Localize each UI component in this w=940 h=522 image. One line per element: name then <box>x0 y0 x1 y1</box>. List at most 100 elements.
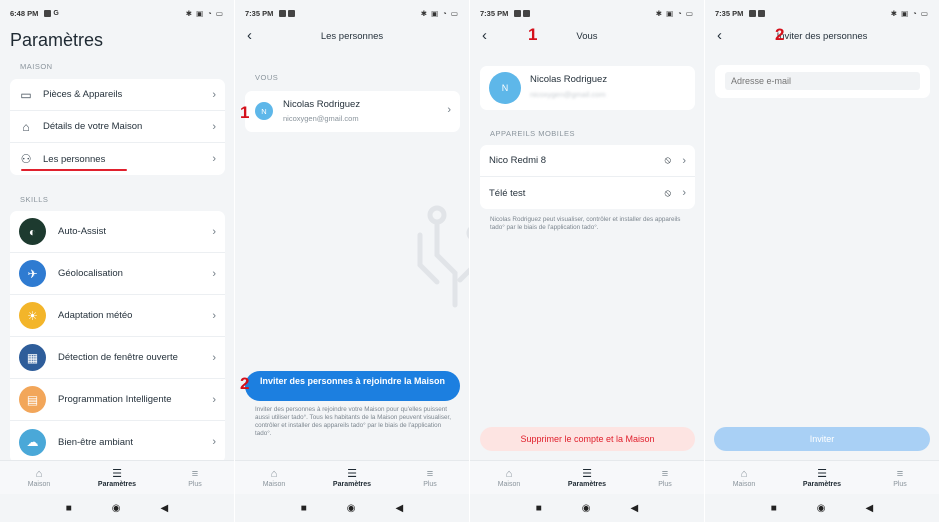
nav-parametres[interactable]: ☰ Paramètres <box>313 461 391 494</box>
nav-maison[interactable]: ⌂ Maison <box>0 461 78 494</box>
screen-invite: 7:35 PM ✱ ▣ ◔ ▭ ‹ Inviter des personnes … <box>705 0 939 522</box>
chevron-right-icon: › <box>212 267 216 280</box>
row-pieces-appareils[interactable]: ▭ Pièces & Appareils › <box>10 79 225 111</box>
nav-maison[interactable]: ⌂ Maison <box>470 461 548 494</box>
chevron-right-icon: › <box>212 225 216 238</box>
nav-label: Plus <box>423 480 437 488</box>
nav-parametres[interactable]: ☰ Paramètres <box>783 461 861 494</box>
nav-parametres[interactable]: ☰ Paramètres <box>78 461 156 494</box>
skill-bien-etre[interactable]: ☁ Bien-être ambiant › <box>10 421 225 463</box>
recents-icon[interactable]: ■ <box>536 503 542 514</box>
menu-icon: ≡ <box>896 467 904 480</box>
system-icons: ✱ ▣ ◔ ▭ <box>655 8 694 18</box>
screen-title: Vous <box>576 31 598 42</box>
bottom-nav: ⌂ Maison ☰ Paramètres ≡ Plus <box>0 460 234 494</box>
nav-label: Maison <box>262 480 286 488</box>
page-title: Paramètres <box>10 30 104 50</box>
status-time: 7:35 PM <box>480 8 509 18</box>
profile-card: N Nicolas Rodriguez nicoxygen@gmail.com <box>480 66 695 110</box>
recents-icon[interactable]: ■ <box>301 503 307 514</box>
google-icon: G <box>53 9 59 17</box>
home-icon: ⌂ <box>22 119 30 134</box>
chevron-right-icon: › <box>682 154 686 167</box>
device-row[interactable]: Nico Redmi 8 ⦸ › <box>480 145 695 177</box>
annotation-underline <box>21 169 127 171</box>
screen-people: 7:35 PM ✱ ▣ ◔ ▭ ‹ Les personnes VOUS N N… <box>235 0 469 522</box>
home-button-icon[interactable]: ◉ <box>112 503 121 514</box>
home-button-icon[interactable]: ◉ <box>582 503 591 514</box>
recents-icon[interactable]: ■ <box>771 503 777 514</box>
location-off-icon: ⦸ <box>664 155 671 166</box>
header: ‹ Vous <box>470 26 704 48</box>
back-icon[interactable]: ◀ <box>631 503 639 514</box>
screen-you: 7:35 PM ✱ ▣ ◔ ▭ ‹ Vous 1 N Nicolas Rodri… <box>470 0 704 522</box>
skill-programmation[interactable]: ▤ Programmation Intelligente › <box>10 379 225 421</box>
chevron-right-icon: › <box>212 309 216 322</box>
nav-label: Paramètres <box>332 480 372 488</box>
header: ‹ Les personnes <box>235 26 469 48</box>
nav-plus[interactable]: ≡ Plus <box>391 461 469 494</box>
nav-maison[interactable]: ⌂ Maison <box>705 461 783 494</box>
bottom-nav: ⌂ Maison ☰ Paramètres ≡ Plus <box>235 460 469 494</box>
back-icon[interactable]: ◀ <box>866 503 874 514</box>
auto-assist-icon: ◐ <box>19 218 46 245</box>
skill-adaptation-meteo[interactable]: ☀ Adaptation météo › <box>10 295 225 337</box>
avatar: N <box>255 102 273 120</box>
home-icon: ⌂ <box>740 467 748 480</box>
menu-icon: ≡ <box>426 467 434 480</box>
row-details-maison[interactable]: ⌂ Détails de votre Maison › <box>10 111 225 143</box>
home-button-icon[interactable]: ◉ <box>347 503 356 514</box>
delete-account-button[interactable]: Supprimer le compte et la Maison <box>480 427 695 451</box>
skill-geolocalisation[interactable]: ✈ Géolocalisation › <box>10 253 225 295</box>
status-time: 7:35 PM <box>715 8 744 18</box>
person-email: nicoxygen@gmail.com <box>283 114 359 123</box>
home-button-icon[interactable]: ◉ <box>817 503 826 514</box>
tado-circuit-illustration <box>417 205 469 308</box>
menu-icon: ≡ <box>661 467 669 480</box>
notification-icon <box>44 9 52 17</box>
status-bar: 6:48 PM G ✱ ▣ ◔ ▭ <box>0 0 234 26</box>
chevron-right-icon: › <box>447 104 451 116</box>
nav-label: Paramètres <box>802 480 842 488</box>
nav-maison[interactable]: ⌂ Maison <box>235 461 313 494</box>
screen-title: Les personnes <box>320 31 384 42</box>
chevron-right-icon: › <box>212 436 216 448</box>
chevron-right-icon: › <box>212 393 216 406</box>
devices-icon: ▭ <box>20 87 32 102</box>
skill-label: Géolocalisation <box>58 268 123 279</box>
status-bar: 7:35 PM ✱ ▣ ◔ ▭ <box>470 0 704 26</box>
nav-label: Plus <box>893 480 907 488</box>
skills-card: ◐ Auto-Assist › ✈ Géolocalisation › ☀ Ad… <box>10 211 225 463</box>
skill-label: Bien-être ambiant <box>58 436 133 448</box>
skill-label: Auto-Assist <box>58 226 107 237</box>
invite-people-button[interactable]: Inviter des personnes à rejoindre la Mai… <box>245 371 460 401</box>
location-off-icon: ⦸ <box>664 187 671 199</box>
profile-name: Nicolas Rodriguez <box>530 74 608 85</box>
skill-detection-fenetre[interactable]: ▦ Détection de fenêtre ouverte › <box>10 337 225 379</box>
people-icon: ⚇ <box>20 152 32 166</box>
recents-icon[interactable]: ■ <box>66 503 72 514</box>
nav-plus[interactable]: ≡ Plus <box>626 461 704 494</box>
back-icon[interactable]: ◀ <box>161 503 169 514</box>
maison-card: ▭ Pièces & Appareils › ⌂ Détails de votr… <box>10 79 225 175</box>
email-field[interactable] <box>725 72 920 90</box>
nav-plus[interactable]: ≡ Plus <box>861 461 939 494</box>
chevron-right-icon: › <box>212 351 216 364</box>
nav-plus[interactable]: ≡ Plus <box>156 461 234 494</box>
bottom-nav: ⌂ Maison ☰ Paramètres ≡ Plus <box>705 460 939 494</box>
back-icon[interactable]: ◀ <box>396 503 404 514</box>
nav-parametres[interactable]: ☰ Paramètres <box>548 461 626 494</box>
weather-icon: ☀ <box>19 302 46 329</box>
home-icon: ⌂ <box>35 467 43 480</box>
skill-auto-assist[interactable]: ◐ Auto-Assist › <box>10 211 225 253</box>
device-row[interactable]: Télé test ⦸ › <box>480 177 695 209</box>
device-label: Télé test <box>489 187 526 199</box>
invite-button[interactable]: Inviter <box>714 427 930 451</box>
window-icon: ▦ <box>19 344 46 371</box>
notification-icon <box>523 9 531 17</box>
sliders-icon: ☰ <box>347 467 357 480</box>
person-card[interactable]: N Nicolas Rodriguez nicoxygen@gmail.com … <box>245 91 460 132</box>
section-header-skills: SKILLS <box>20 195 49 204</box>
nav-label: Plus <box>188 480 202 488</box>
screen-settings: 6:48 PM G ✱ ▣ ◔ ▭ Paramètres MAISON ▭ Pi… <box>0 0 234 522</box>
